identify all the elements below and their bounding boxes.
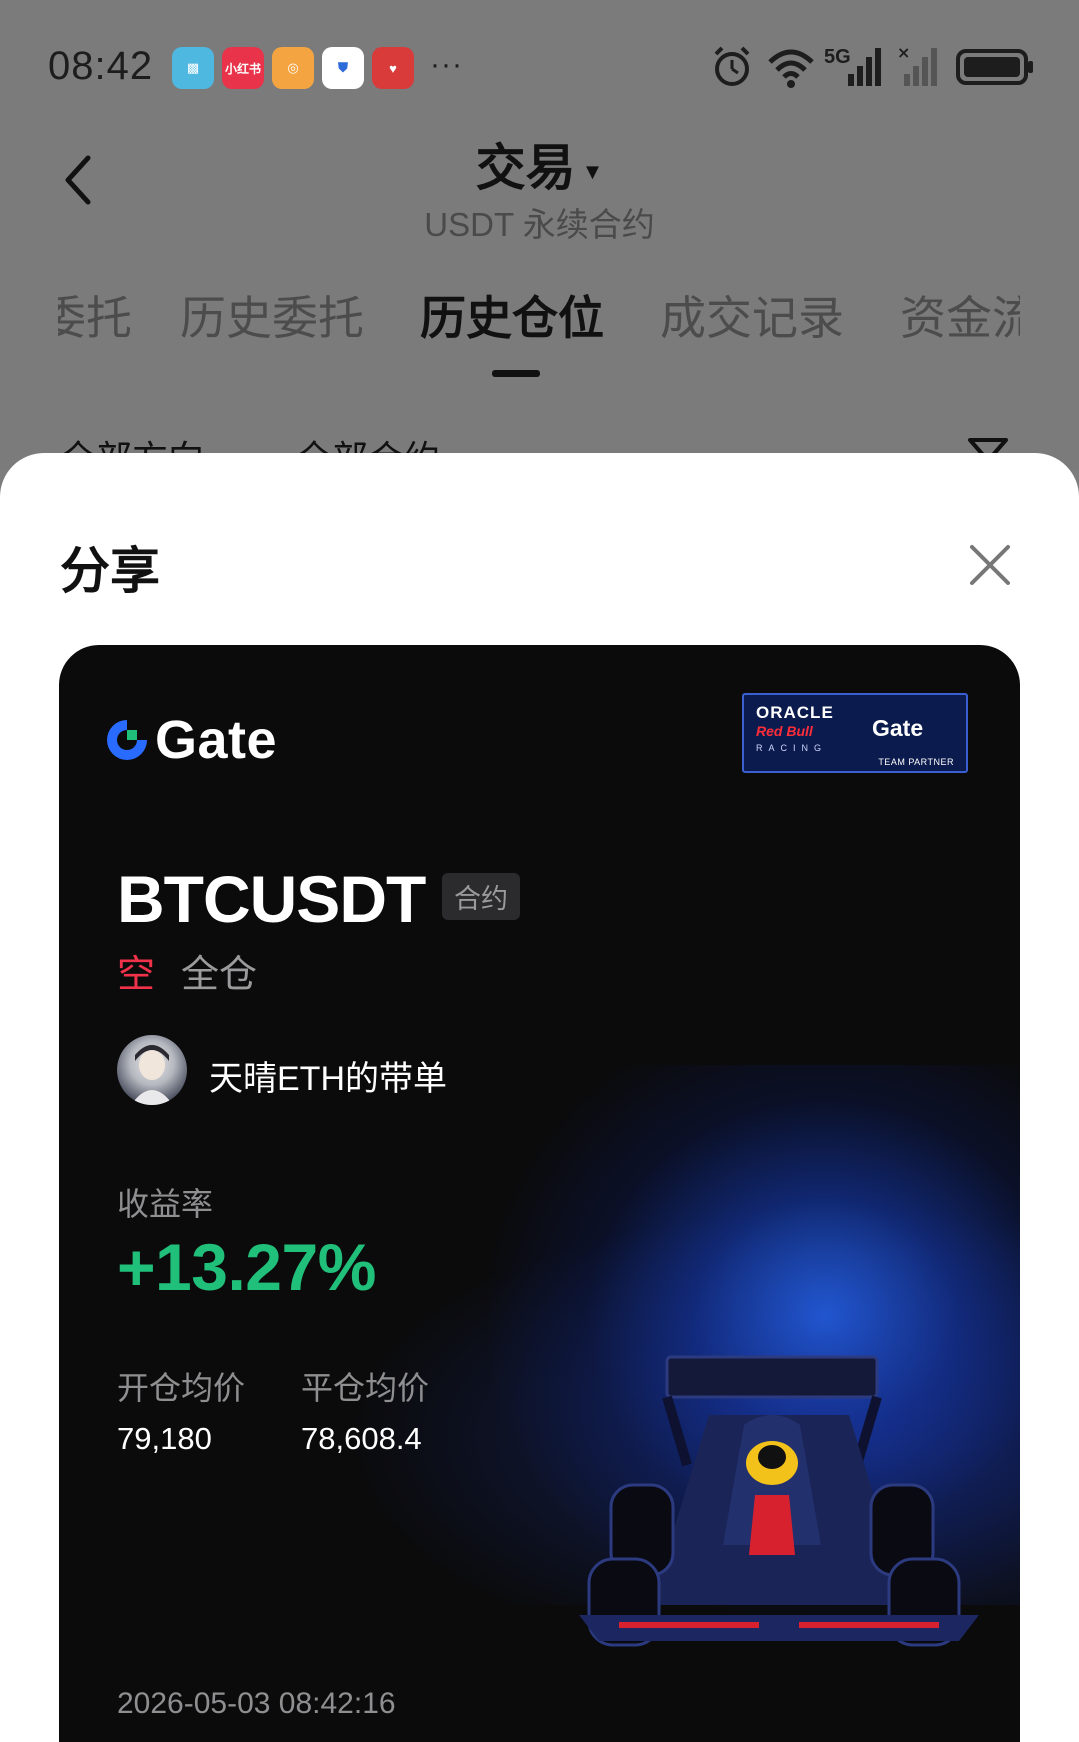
page-subtitle: USDT 永续合约 <box>424 206 655 243</box>
yield-label: 收益率 <box>117 1186 214 1222</box>
partner-gate-text: Gate <box>872 715 924 741</box>
dropdown-caret-icon: ▼ <box>581 158 604 184</box>
partner-line2: Red Bull <box>756 723 813 739</box>
background-screen: 08:42 ▩ 小红书 ◎ ⛊ ♥ ··· 5G × 交易 ▼ USDT 永续合… <box>0 0 1079 479</box>
partner-line3: RACING <box>756 743 828 753</box>
tab-position-history[interactable]: 历史仓位 <box>420 282 604 348</box>
gate-logo-text: Gate <box>155 710 278 770</box>
contract-tag: 合约 <box>442 873 520 920</box>
margin-mode: 全仓 <box>181 954 258 996</box>
xiaohongshu-app-icon: 小红书 <box>222 47 264 89</box>
open-price-value: 79,180 <box>117 1421 212 1456</box>
active-tab-indicator <box>492 370 540 377</box>
open-price-label: 开仓均价 <box>117 1370 246 1406</box>
status-time: 08:42 <box>48 44 154 88</box>
search-app-icon: ◎ <box>272 47 314 89</box>
tab-trade-records[interactable]: 成交记录 <box>660 282 844 348</box>
partner-line1: ORACLE <box>756 703 834 722</box>
avatar <box>117 1035 187 1105</box>
gate-logo-mark-icon <box>107 720 147 760</box>
tab-bar: 委托 历史委托 历史仓位 成交记录 资金流 <box>0 282 1079 344</box>
avatar-figure-icon <box>131 1045 173 1105</box>
tab-funding[interactable]: 资金流 <box>900 282 1020 348</box>
partner-footer: TEAM PARTNER <box>878 757 954 767</box>
partner-badge: ORACLE Red Bull RACING Gate TEAM PARTNER <box>742 693 968 773</box>
close-price-value: 78,608.4 <box>301 1421 422 1456</box>
tab-orders[interactable]: 委托 <box>58 282 132 348</box>
position-side: 空 <box>117 954 156 996</box>
status-bar: 08:42 ▩ 小红书 ◎ ⛊ ♥ ··· 5G × <box>0 30 1079 110</box>
yield-value: +13.27% <box>117 1230 376 1304</box>
trader-name: 天晴ETH的带单 <box>209 1060 447 1098</box>
shield-app-icon: ⛊ <box>322 47 364 89</box>
race-car-illustration <box>579 1355 979 1647</box>
signal-secondary-icon: × <box>897 44 937 86</box>
book-app-icon: ▩ <box>172 47 214 89</box>
wifi-icon <box>768 49 814 88</box>
share-sheet-title: 分享 <box>60 543 160 599</box>
pair-symbol: BTCUSDT <box>117 862 426 936</box>
page-title[interactable]: 交易 ▼ <box>0 128 1079 200</box>
more-notifications-icon: ··· <box>430 48 463 81</box>
alarm-icon <box>714 46 750 86</box>
promo-app-icon: ♥ <box>372 47 414 89</box>
signal-icon <box>848 48 881 86</box>
svg-text:×: × <box>897 44 910 62</box>
close-button[interactable] <box>966 541 1014 589</box>
tab-order-history[interactable]: 历史委托 <box>180 282 364 348</box>
timestamp: 2026-05-03 08:42:16 <box>117 1687 396 1720</box>
battery-icon <box>956 49 1033 85</box>
gate-logo: Gate <box>103 709 277 771</box>
share-card: Gate ORACLE Red Bull RACING Gate TEAM PA… <box>59 645 1020 1742</box>
page-title-text: 交易 <box>475 140 576 196</box>
close-price-label: 平仓均价 <box>301 1370 430 1406</box>
